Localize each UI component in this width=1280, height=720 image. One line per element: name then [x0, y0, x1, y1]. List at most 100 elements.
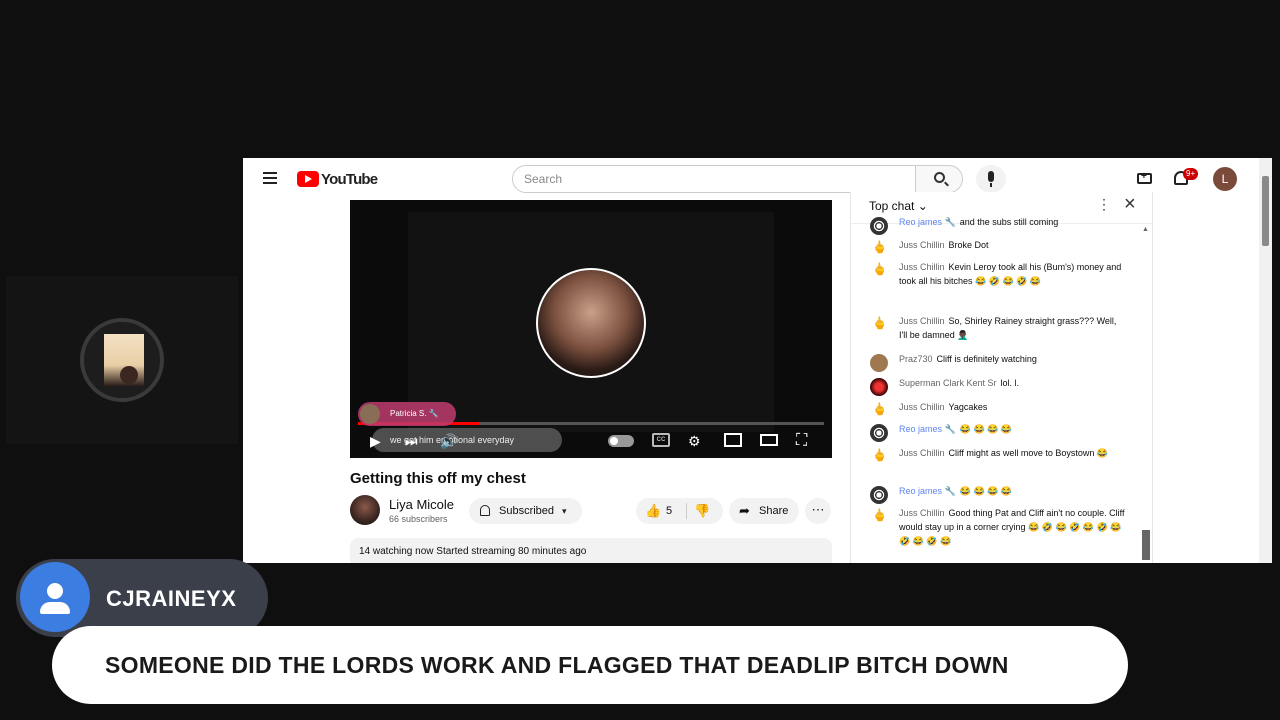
comment-caption-text: SOMEONE DID THE LORDS WORK AND FLAGGED T… — [105, 652, 1009, 678]
youtube-play-icon — [297, 171, 319, 187]
captions-icon[interactable]: CC — [652, 433, 670, 447]
superchat-author: Patricia S. 🔧 — [358, 402, 456, 426]
chat-author[interactable]: Juss Chillin — [899, 508, 945, 518]
like-icon[interactable]: 👍 — [645, 498, 661, 524]
chat-author[interactable]: Juss Chillin — [899, 448, 945, 458]
chat-text: Cliff is definitely watching — [936, 354, 1037, 364]
page-scroll-thumb[interactable] — [1262, 176, 1269, 246]
chat-avatar[interactable] — [870, 508, 888, 526]
chat-text: Yagcakes — [948, 402, 988, 412]
volume-icon[interactable]: 🔊 — [440, 433, 457, 449]
chat-message-text: Juss Chillin So, Shirley Rainey straight … — [899, 314, 1127, 342]
webcam-feed — [104, 334, 144, 386]
chat-avatar[interactable] — [870, 448, 888, 466]
chat-author[interactable]: Reo james 🔧 — [899, 424, 956, 434]
superchat-message: we got him emotional everyday — [372, 428, 562, 452]
subscriber-count: 66 subscribers — [389, 514, 448, 524]
chat-message-text: Juss Chillin Good thing Pat and Cliff ain… — [899, 506, 1127, 548]
page-scrollbar[interactable] — [1259, 158, 1272, 563]
chat-avatar[interactable] — [870, 402, 888, 420]
notification-badge: 9+ — [1183, 168, 1199, 180]
chat-avatar[interactable] — [870, 262, 888, 280]
chat-message-text: Juss Chillin Kevin Leroy took all his (Bu… — [899, 260, 1127, 288]
youtube-window: YouTube Search 9+ L Patricia S. 🔧 we got… — [243, 158, 1272, 563]
settings-icon[interactable]: ⚙ — [688, 433, 701, 449]
chat-avatar[interactable] — [870, 240, 888, 258]
chat-avatar[interactable] — [870, 316, 888, 334]
chat-author[interactable]: Reo james 🔧 — [899, 217, 956, 227]
chat-author[interactable]: Juss Chillin — [899, 316, 945, 326]
account-avatar[interactable]: L — [1213, 167, 1237, 191]
chat-message-text: Juss Chillin Broke Dot — [899, 238, 1127, 252]
streamer-avatar — [536, 268, 646, 378]
chat-message-text: Superman Clark Kent Sr lol. l. — [899, 376, 1127, 390]
search-input[interactable]: Search — [512, 165, 917, 193]
chat-avatar[interactable] — [870, 217, 888, 235]
channel-avatar[interactable] — [350, 495, 380, 525]
chat-author[interactable]: Juss Chillin — [899, 262, 945, 272]
chat-mode-selector[interactable]: Top chat ⌄ — [869, 199, 928, 213]
bell-icon — [480, 505, 490, 516]
share-label: Share — [759, 505, 789, 517]
chat-avatar[interactable] — [870, 424, 888, 442]
chat-text: 😂 😂 😂 😂 — [959, 424, 1013, 434]
search-icon — [934, 172, 945, 183]
chat-author[interactable]: Reo james 🔧 — [899, 486, 956, 496]
commenter-username: CJRAINEYX — [106, 586, 237, 611]
share-icon: ➦ — [739, 503, 750, 518]
like-count: 5 — [666, 505, 673, 517]
stream-overlay-stage: YouTube Search 9+ L Patricia S. 🔧 we got… — [0, 0, 1280, 720]
chat-text: and the subs still coming — [959, 217, 1059, 227]
youtube-logo[interactable]: YouTube — [297, 170, 378, 188]
fullscreen-icon[interactable]: ⛶ — [796, 433, 807, 449]
chat-author[interactable]: Superman Clark Kent Sr — [899, 378, 997, 388]
chat-text: Cliff might as well move to Boystown 😂 — [948, 448, 1109, 458]
chat-message-text: Reo james 🔧 😂 😂 😂 😂 — [899, 422, 1127, 436]
channel-name[interactable]: Liya Micole — [389, 497, 454, 512]
chat-avatar[interactable] — [870, 486, 888, 504]
chevron-down-icon: ▾ — [562, 506, 567, 516]
like-divider — [686, 503, 687, 519]
chat-author[interactable]: Praz730 — [899, 354, 933, 364]
chat-message-text: Reo james 🔧 and the subs still coming — [899, 215, 1127, 229]
scroll-up-icon[interactable]: ▲ — [1142, 226, 1149, 233]
chat-scroll-thumb[interactable] — [1142, 530, 1150, 560]
miniplayer-icon[interactable] — [724, 433, 742, 447]
chat-text: 😂 😂 😂 😂 — [959, 486, 1013, 496]
video-player[interactable]: Patricia S. 🔧 we got him emotional every… — [350, 200, 832, 458]
user-icon-body — [40, 602, 70, 614]
chat-message-text: Reo james 🔧 😂 😂 😂 😂 — [899, 484, 1127, 498]
search-button[interactable] — [915, 165, 963, 193]
chat-message-text: Praz730 Cliff is definitely watching — [899, 352, 1127, 366]
more-actions-icon[interactable]: ⋯ — [805, 498, 831, 524]
play-icon[interactable]: ▶ — [370, 433, 381, 449]
chat-menu-icon[interactable]: ⋮ — [1097, 196, 1111, 213]
chat-message-text: Juss Chillin Yagcakes — [899, 400, 1127, 414]
theater-mode-icon[interactable] — [760, 434, 778, 446]
subscribed-label: Subscribed — [499, 505, 555, 517]
chat-avatar[interactable] — [870, 378, 888, 396]
chat-text: Broke Dot — [948, 240, 989, 250]
user-icon-head — [47, 583, 63, 599]
chat-scrollbar[interactable]: ▲ — [1141, 224, 1151, 563]
autoplay-toggle[interactable] — [608, 435, 634, 447]
description-box[interactable]: 14 watching now Started streaming 80 min… — [350, 538, 832, 563]
chat-avatar[interactable] — [870, 354, 888, 372]
youtube-logo-text: YouTube — [321, 170, 378, 188]
create-video-icon[interactable] — [1137, 171, 1152, 184]
menu-icon[interactable] — [263, 172, 277, 184]
chat-mode-label: Top chat — [869, 199, 915, 213]
like-dislike-bar: 👍 5 👎 — [636, 498, 723, 524]
close-icon[interactable]: × — [1124, 193, 1136, 216]
voice-search-icon[interactable] — [976, 165, 1006, 193]
video-title: Getting this off my chest — [350, 470, 526, 487]
subscribed-button[interactable]: Subscribed ▾ — [469, 498, 582, 524]
live-chat-panel: Top chat ⌄ ⋮ × Reo james 🔧 and the subs s… — [850, 192, 1153, 563]
chat-author[interactable]: Juss Chillin — [899, 402, 945, 412]
share-button[interactable]: ➦ Share — [729, 498, 799, 524]
next-icon[interactable]: ⏭ — [405, 433, 418, 449]
dislike-icon[interactable]: 👎 — [694, 498, 710, 524]
chat-author[interactable]: Juss Chillin — [899, 240, 945, 250]
chat-message-text: Juss Chillin Cliff might as well move to … — [899, 446, 1127, 460]
chat-text: lol. l. — [1000, 378, 1020, 388]
